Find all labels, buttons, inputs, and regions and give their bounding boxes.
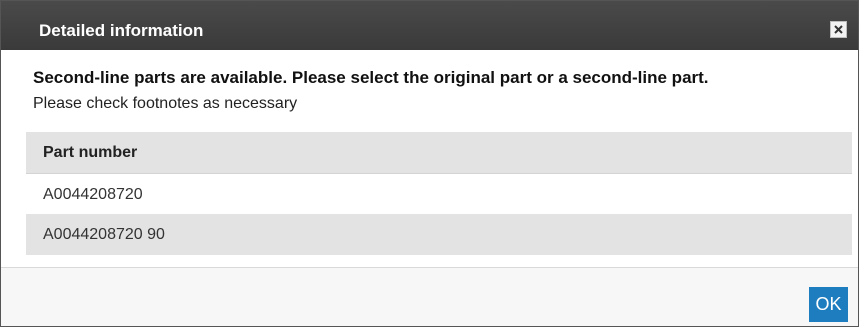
dialog-footer xyxy=(1,267,858,326)
table-row[interactable]: A0044208720 90 xyxy=(26,214,852,255)
ok-button[interactable]: OK xyxy=(809,287,848,322)
table-header-part-number: Part number xyxy=(26,132,852,173)
parts-table: Part number A0044208720 A0044208720 90 xyxy=(26,132,852,255)
detailed-information-dialog: Detailed information Second-line parts a… xyxy=(0,0,859,327)
footnote-note: Please check footnotes as necessary xyxy=(33,95,298,112)
dialog-titlebar: Detailed information xyxy=(1,1,858,50)
close-button[interactable] xyxy=(830,21,847,38)
table-row[interactable]: A0044208720 xyxy=(26,173,852,214)
close-icon xyxy=(834,25,843,34)
dialog-title: Detailed information xyxy=(39,21,204,40)
dialog-message: Second-line parts are available. Please … xyxy=(33,68,709,87)
